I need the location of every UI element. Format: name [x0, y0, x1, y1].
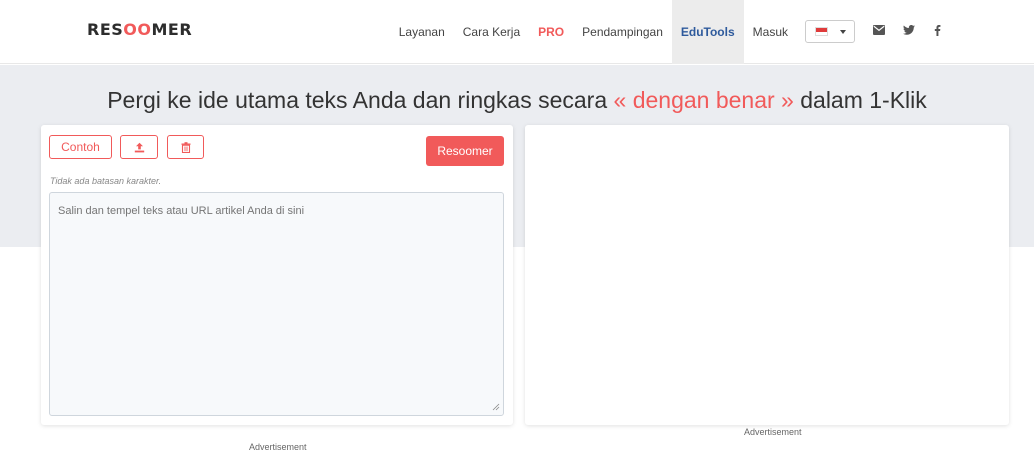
advertisement-label-left: Advertisement: [249, 442, 307, 452]
main-nav: Layanan Cara Kerja PRO Pendampingan EduT…: [390, 0, 797, 64]
top-navbar: RESOOMER Layanan Cara Kerja PRO Pendampi…: [0, 0, 1034, 64]
resize-handle-icon[interactable]: [492, 403, 500, 411]
nav-pendampingan[interactable]: Pendampingan: [573, 0, 672, 64]
nav-cara-kerja[interactable]: Cara Kerja: [454, 0, 529, 64]
text-input[interactable]: [49, 192, 504, 416]
nav-masuk[interactable]: Masuk: [744, 0, 797, 64]
nav-layanan[interactable]: Layanan: [390, 0, 454, 64]
nav-edutools[interactable]: EduTools: [671, 0, 744, 64]
indonesia-flag-icon: [815, 27, 828, 36]
trash-icon: [181, 141, 190, 153]
resoomer-logo[interactable]: RESOOMER: [87, 20, 192, 39]
language-select[interactable]: [805, 20, 855, 43]
nav-pro[interactable]: PRO: [529, 0, 573, 64]
character-limit-hint: Tidak ada batasan karakter.: [50, 176, 162, 186]
advertisement-label-right: Advertisement: [744, 427, 802, 437]
facebook-icon[interactable]: [929, 22, 945, 38]
example-button[interactable]: Contoh: [49, 135, 112, 159]
resoomer-submit-button[interactable]: Resoomer: [426, 136, 504, 166]
twitter-icon[interactable]: [901, 22, 917, 38]
output-panel: [525, 125, 1009, 425]
mail-icon[interactable]: [871, 22, 887, 38]
input-panel: Contoh Resoomer Tidak ada batasan karakt…: [41, 125, 513, 425]
upload-button[interactable]: [120, 135, 158, 159]
clear-button[interactable]: [167, 135, 204, 159]
upload-icon: [134, 142, 144, 152]
page-headline: Pergi ke ide utama teks Anda dan ringkas…: [107, 87, 927, 113]
caret-down-icon: [840, 30, 846, 34]
